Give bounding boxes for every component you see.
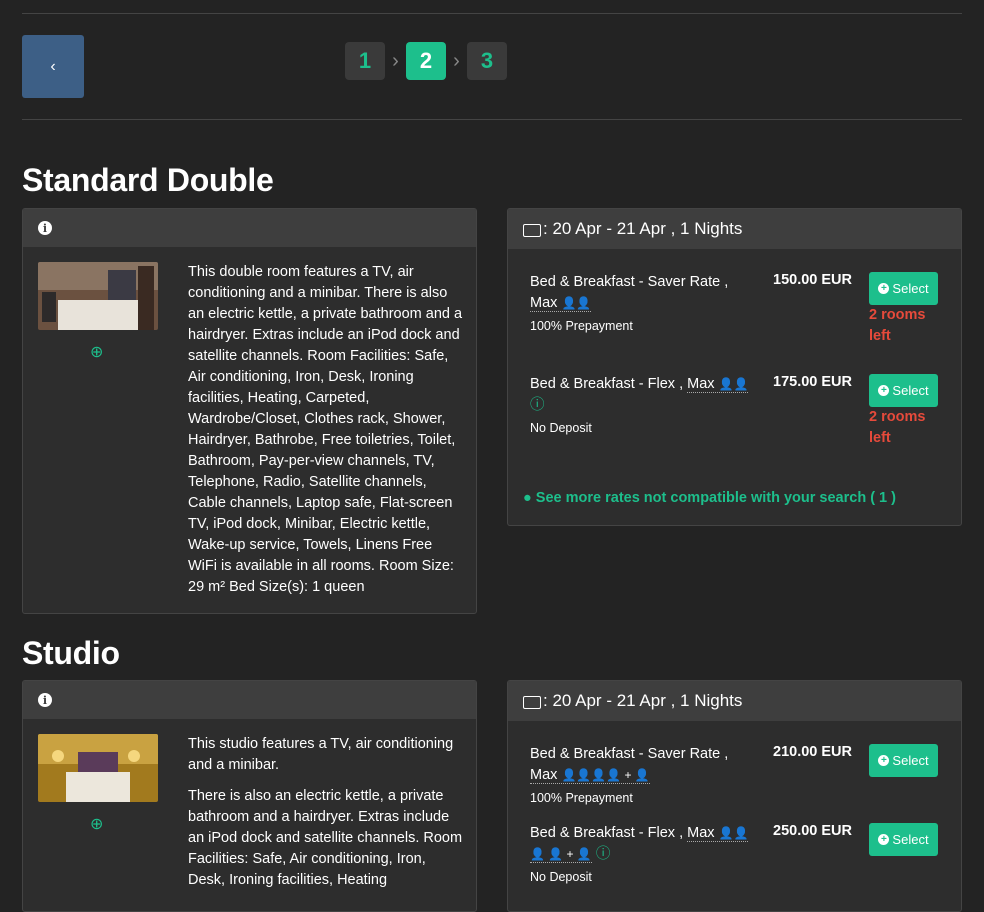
info-circle-icon[interactable]: ⓘ	[530, 397, 545, 413]
max-label: Max	[530, 295, 558, 311]
max-label: Max	[687, 825, 715, 841]
select-label: Select	[892, 383, 929, 398]
money-icon	[523, 223, 541, 237]
rooms-left: 2 rooms left	[869, 307, 926, 344]
rate-price: 210.00 EUR	[773, 744, 852, 760]
stay-dates: : 20 Apr - 21 Apr , 1 Nights	[543, 691, 743, 710]
rate-name: Bed & Breakfast - Flex ,	[530, 376, 684, 392]
rate-name: Bed & Breakfast - Saver Rate ,	[530, 746, 729, 762]
description-paragraph: This double room features a TV, air cond…	[188, 264, 463, 595]
description-paragraph: There is also an electric kettle, a priv…	[188, 788, 463, 888]
select-button[interactable]: + Select	[869, 744, 938, 777]
back-button[interactable]: ‹	[22, 35, 84, 98]
room-title: Studio	[22, 635, 120, 671]
info-circle-icon[interactable]: ⓘ	[596, 846, 611, 862]
room-description: This double room features a TV, air cond…	[188, 262, 463, 608]
rate-price: 150.00 EUR	[773, 272, 852, 288]
rate-condition: No Deposit	[530, 870, 592, 884]
room-info-panel: i ⊕ This studio features a TV, air condi…	[22, 680, 477, 912]
stay-dates: : 20 Apr - 21 Apr , 1 Nights	[543, 219, 743, 238]
money-icon	[523, 695, 541, 709]
info-icon[interactable]: i	[38, 221, 52, 235]
plus-circle-icon: +	[878, 385, 890, 396]
person-icons: 👤👤	[718, 377, 749, 391]
max-occupancy[interactable]: Max 👤👤👤👤 + 👤	[530, 767, 650, 784]
room-info-panel: i ⊕ This double room features a TV, air …	[22, 208, 477, 614]
step-2[interactable]: 2	[406, 42, 446, 80]
rates-panel: : 20 Apr - 21 Apr , 1 Nights Bed & Break…	[507, 208, 962, 526]
rate-condition: 100% Prepayment	[530, 319, 633, 333]
see-more-rates-link[interactable]: ● See more rates not compatible with you…	[523, 490, 896, 506]
rates-header: : 20 Apr - 21 Apr , 1 Nights	[508, 681, 961, 721]
booking-steps: 1 › 2 › 3	[345, 42, 507, 80]
info-icon[interactable]: i	[38, 693, 52, 707]
room-description: This studio features a TV, air condition…	[188, 734, 463, 901]
plus-circle-icon: +	[878, 755, 890, 766]
plus-circle-icon: +	[878, 834, 890, 845]
header-divider	[22, 119, 962, 120]
rate-condition: No Deposit	[530, 421, 592, 435]
room-photo[interactable]	[38, 734, 158, 802]
rate-name: Bed & Breakfast - Flex ,	[530, 825, 684, 841]
select-label: Select	[892, 281, 929, 296]
rate-name: Bed & Breakfast - Saver Rate ,	[530, 274, 729, 290]
rates-panel: : 20 Apr - 21 Apr , 1 Nights Bed & Break…	[507, 680, 962, 912]
select-button[interactable]: + Select	[869, 272, 938, 305]
room-photo[interactable]	[38, 262, 158, 330]
plus-circle-icon: +	[878, 283, 890, 294]
rate-name-block: Bed & Breakfast - Flex , Max 👤👤👤 👤 + 👤 ⓘ…	[530, 823, 760, 888]
see-more-label: See more rates not compatible with your …	[535, 490, 896, 506]
rooms-left: 2 rooms left	[869, 409, 926, 446]
chevron-left-icon: ‹	[50, 57, 56, 75]
rate-name-block: Bed & Breakfast - Saver Rate , Max 👤👤👤👤 …	[530, 744, 760, 809]
select-label: Select	[892, 753, 929, 768]
room-info-header: i	[23, 681, 476, 719]
chevron-right-icon: ›	[392, 49, 399, 72]
rate-condition: 100% Prepayment	[530, 791, 633, 805]
rate-name-block: Bed & Breakfast - Flex , Max 👤👤 ⓘ No Dep…	[530, 374, 760, 439]
rate-name-block: Bed & Breakfast - Saver Rate , Max 👤👤 10…	[530, 272, 760, 337]
room-info-header: i	[23, 209, 476, 247]
max-occupancy[interactable]: Max 👤👤	[530, 295, 592, 312]
comment-icon: ●	[523, 490, 532, 506]
step-1[interactable]: 1	[345, 42, 385, 80]
description-paragraph: This studio features a TV, air condition…	[188, 736, 454, 773]
chevron-right-icon: ›	[453, 49, 460, 72]
select-button[interactable]: + Select	[869, 823, 938, 856]
rates-header: : 20 Apr - 21 Apr , 1 Nights	[508, 209, 961, 249]
max-label: Max	[530, 767, 558, 783]
rate-price: 250.00 EUR	[773, 823, 852, 839]
step-3[interactable]: 3	[467, 42, 507, 80]
zoom-in-icon[interactable]: ⊕	[90, 342, 103, 362]
rate-price: 175.00 EUR	[773, 374, 852, 390]
zoom-in-icon[interactable]: ⊕	[90, 814, 103, 834]
room-title: Standard Double	[22, 162, 274, 198]
person-icons: 👤👤👤👤 + 👤	[561, 768, 650, 782]
max-label: Max	[687, 376, 715, 392]
select-button[interactable]: + Select	[869, 374, 938, 407]
select-label: Select	[892, 832, 929, 847]
person-icons: 👤👤	[561, 296, 592, 310]
max-occupancy[interactable]: Max 👤👤	[687, 376, 749, 393]
top-divider	[22, 13, 962, 14]
